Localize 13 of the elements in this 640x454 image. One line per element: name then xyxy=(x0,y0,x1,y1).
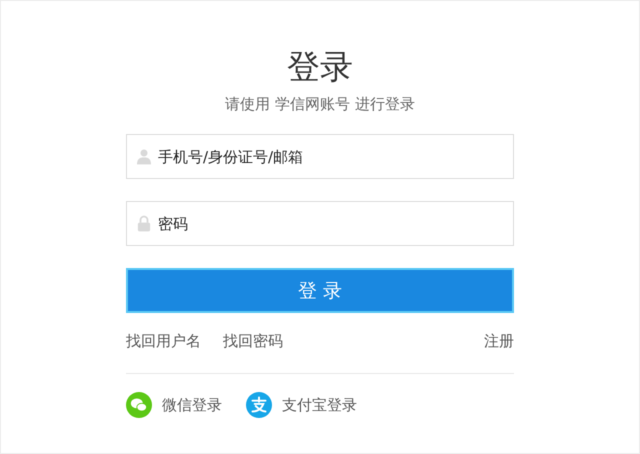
lock-icon xyxy=(137,215,151,232)
social-login-link[interactable]: 支付宝登录 xyxy=(246,392,357,418)
user-icon xyxy=(137,148,151,165)
input-field[interactable]: 手机号/身份证号/邮箱 xyxy=(126,134,514,179)
link[interactable]: 找回密码 xyxy=(223,329,283,353)
link[interactable]: 找回用户名 xyxy=(126,329,201,353)
chat-bubbles-icon xyxy=(126,392,152,418)
input-field[interactable]: 密码 xyxy=(126,201,514,246)
subtitle: 请使用 学信网账号 进行登录 xyxy=(225,94,415,114)
social-login-link[interactable]: 微信登录 xyxy=(126,392,222,418)
login-button[interactable]: 登 录 xyxy=(126,268,514,313)
register-link[interactable]: 注册 xyxy=(484,329,514,353)
page-title: 登录 xyxy=(287,46,353,88)
